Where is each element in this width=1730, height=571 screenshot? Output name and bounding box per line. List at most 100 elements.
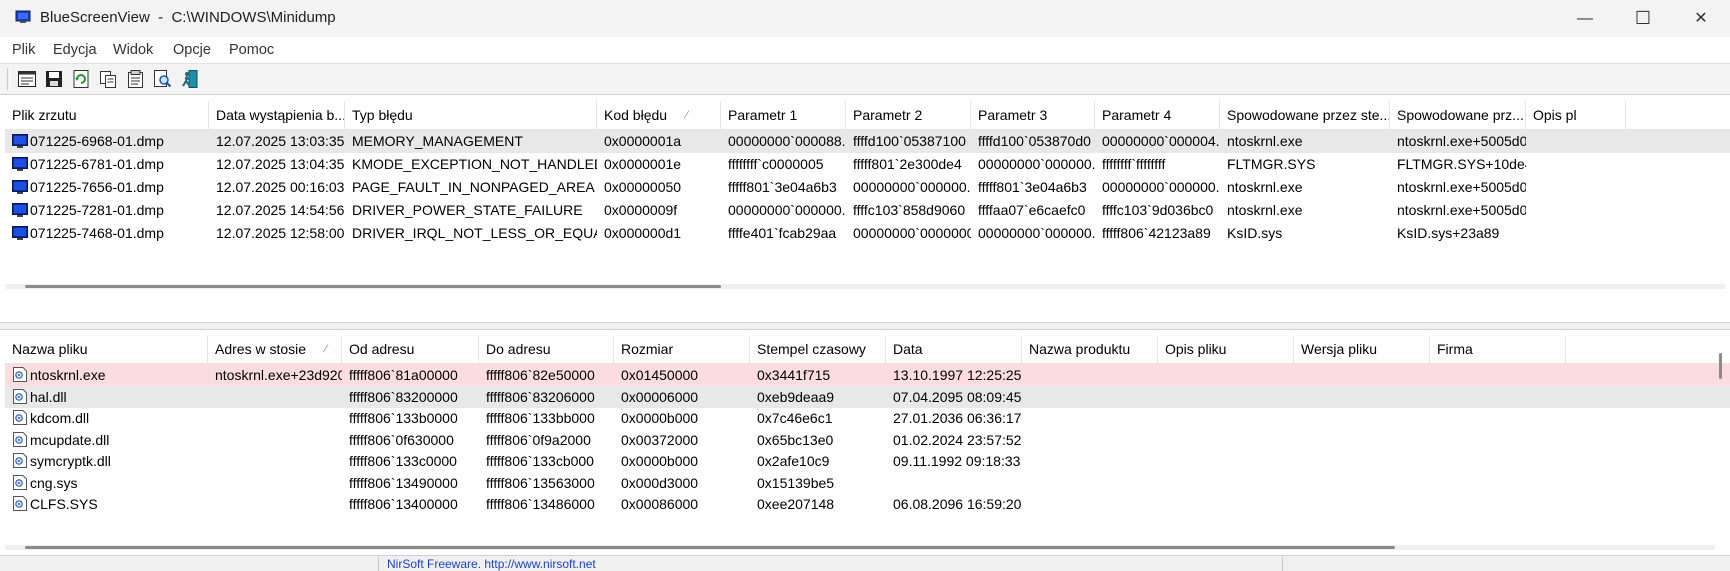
toolbar-grip bbox=[7, 68, 11, 90]
dump-hscroll-thumb[interactable] bbox=[25, 285, 721, 288]
dump-list-header: Plik zrzutu Data wystąpienia b... Typ bł… bbox=[5, 101, 1730, 130]
cell-text: cng.sys bbox=[30, 474, 78, 491]
menu-file[interactable]: Plik bbox=[12, 42, 35, 58]
col-file-version[interactable]: Wersja pliku bbox=[1294, 335, 1430, 363]
menu-options[interactable]: Opcje bbox=[173, 42, 211, 58]
col-address-in-stack[interactable]: Adres w stosie ⁄ bbox=[208, 335, 342, 363]
minimize-button[interactable]: — bbox=[1556, 0, 1614, 37]
col-file-description[interactable]: Opis pliku bbox=[1158, 335, 1294, 363]
cell-text: 0x0000001a bbox=[604, 133, 682, 149]
cell-parameter-1: 00000000`000088... bbox=[721, 130, 846, 153]
copy-icon[interactable] bbox=[98, 69, 118, 89]
col-dump-file[interactable]: Plik zrzutu bbox=[5, 101, 209, 129]
driver-hscroll[interactable] bbox=[5, 545, 1715, 550]
col-product-name[interactable]: Nazwa produktu bbox=[1022, 335, 1158, 363]
col-crash-time[interactable]: Data wystąpienia b... bbox=[209, 101, 345, 129]
title-bar: BlueScreenView - C:\WINDOWS\Minidump — ☐… bbox=[0, 0, 1730, 37]
col-filename[interactable]: Nazwa pliku bbox=[5, 335, 208, 363]
pane-splitter[interactable] bbox=[0, 322, 1730, 330]
table-row[interactable]: ntoskrnl.exe ntoskrnl.exe+23d920 fffff806`… bbox=[5, 364, 1730, 386]
col-size[interactable]: Rozmiar bbox=[614, 335, 750, 363]
cell-text: CLFS.SYS bbox=[30, 496, 98, 512]
cell-text: ffffe401`fcab29aa bbox=[728, 225, 837, 241]
col-file-description[interactable]: Opis pl bbox=[1526, 101, 1626, 129]
table-row[interactable]: 071225-7468-01.dmp 12.07.2025 12:58:00 DRI… bbox=[5, 222, 1730, 245]
cell-parameter-2: 00000000`000000... bbox=[846, 176, 971, 199]
dump-list[interactable]: Plik zrzutu Data wystąpienia b... Typ bł… bbox=[5, 101, 1730, 322]
col-from-address[interactable]: Od adresu bbox=[342, 335, 479, 363]
refresh-icon[interactable] bbox=[71, 69, 91, 89]
cell-text: 071225-6781-01.dmp bbox=[30, 156, 164, 172]
properties-icon[interactable] bbox=[125, 69, 145, 89]
find-icon[interactable] bbox=[152, 69, 172, 89]
col-date[interactable]: Data bbox=[886, 335, 1022, 363]
col-company[interactable]: Firma bbox=[1430, 335, 1566, 363]
col-parameter-2[interactable]: Parametr 2 bbox=[846, 101, 971, 129]
cell-from-address: fffff806`13400000 bbox=[342, 493, 479, 515]
crash-dump-icon bbox=[12, 157, 28, 171]
table-row[interactable]: 071225-7281-01.dmp 12.07.2025 14:54:56 DRI… bbox=[5, 199, 1730, 222]
col-bug-check-string[interactable]: Typ błędu bbox=[345, 101, 597, 129]
cell-time-stamp: 0xee207148 bbox=[750, 493, 886, 515]
cell-text: 0x00000050 bbox=[604, 179, 682, 195]
table-row[interactable]: hal.dll fffff806`83200000 fffff806`8320600… bbox=[5, 385, 1730, 408]
table-row[interactable]: mcupdate.dll fffff806`0f630000 fffff806`0f… bbox=[5, 429, 1730, 451]
cell-bug-check-string: DRIVER_IRQL_NOT_LESS_OR_EQUAL bbox=[345, 222, 597, 245]
crash-dump-icon bbox=[12, 203, 28, 217]
cell-caused-by-address: ntoskrnl.exe+5005d0 bbox=[1390, 199, 1526, 222]
col-caused-by-address[interactable]: Spowodowane prz... bbox=[1390, 101, 1526, 129]
table-row[interactable]: kdcom.dll fffff806`133b0000 fffff806`133bb… bbox=[5, 407, 1730, 429]
cell-to-address: fffff806`133bb000 bbox=[479, 407, 614, 429]
cell-text: KsID.sys+23a89 bbox=[1397, 225, 1500, 241]
menu-view[interactable]: Widok bbox=[113, 42, 153, 58]
table-row[interactable]: 071225-6781-01.dmp 12.07.2025 13:04:35 KMO… bbox=[5, 153, 1730, 176]
table-row[interactable]: 071225-6968-01.dmp 12.07.2025 13:03:35 MEM… bbox=[5, 130, 1730, 153]
nirsoft-link[interactable]: NirSoft Freeware. http://www.nirsoft.net bbox=[387, 557, 596, 571]
cell-to-address: fffff806`133cb000 bbox=[479, 450, 614, 472]
driver-hscroll-thumb[interactable] bbox=[25, 546, 1395, 549]
properties-html-icon[interactable] bbox=[17, 69, 37, 89]
col-parameter-3[interactable]: Parametr 3 bbox=[971, 101, 1095, 129]
status-divider bbox=[378, 557, 379, 571]
window-title: BlueScreenView - C:\WINDOWS\Minidump bbox=[40, 9, 336, 26]
menu-edit[interactable]: Edycja bbox=[53, 42, 97, 58]
close-button[interactable]: ✕ bbox=[1672, 0, 1730, 37]
cell-filename: cng.sys bbox=[5, 472, 208, 494]
driver-vscroll-thumb[interactable] bbox=[1719, 353, 1722, 379]
cell-parameter-3: ffffd100`053870d0 bbox=[971, 130, 1095, 153]
driver-file-icon bbox=[13, 367, 27, 382]
cell-dump-file: 071225-7468-01.dmp bbox=[5, 222, 209, 245]
exit-icon[interactable] bbox=[180, 69, 200, 89]
cell-text: ntoskrnl.exe+5005d0 bbox=[1397, 133, 1526, 149]
cell-text: 0x00372000 bbox=[621, 431, 699, 448]
table-row[interactable]: symcryptk.dll fffff806`133c0000 fffff806`1… bbox=[5, 450, 1730, 472]
table-row[interactable]: 071225-7656-01.dmp 12.07.2025 00:16:03 PAG… bbox=[5, 176, 1730, 199]
driver-list[interactable]: Nazwa pliku Adres w stosie ⁄ Od adresu D… bbox=[5, 335, 1730, 553]
cell-caused-by-driver: FLTMGR.SYS bbox=[1220, 153, 1390, 176]
menu-help[interactable]: Pomoc bbox=[229, 42, 274, 58]
save-icon[interactable] bbox=[44, 69, 64, 89]
cell-size: 0x000d3000 bbox=[614, 472, 750, 494]
col-caused-by-driver[interactable]: Spowodowane przez ste... bbox=[1220, 101, 1390, 129]
table-row[interactable]: CLFS.SYS fffff806`13400000 fffff806`134860… bbox=[5, 493, 1730, 515]
table-row[interactable]: cng.sys fffff806`13490000 fffff806`1356300… bbox=[5, 472, 1730, 494]
cell-crash-time: 12.07.2025 13:04:35 bbox=[209, 153, 345, 176]
cell-parameter-1: ffffe401`fcab29aa bbox=[721, 222, 846, 245]
dump-hscroll[interactable] bbox=[5, 284, 1725, 289]
cell-text: 00000000`000004... bbox=[1102, 133, 1220, 149]
col-parameter-1[interactable]: Parametr 1 bbox=[721, 101, 846, 129]
col-time-stamp[interactable]: Stempel czasowy bbox=[750, 335, 886, 363]
cell-address-in-stack bbox=[208, 407, 342, 429]
col-parameter-4[interactable]: Parametr 4 bbox=[1095, 101, 1220, 129]
cell-text: ffffffff`c0000005 bbox=[728, 156, 824, 172]
maximize-button[interactable]: ☐ bbox=[1614, 0, 1672, 37]
cell-caused-by-address: ntoskrnl.exe+5005d0 bbox=[1390, 176, 1526, 199]
col-to-address[interactable]: Do adresu bbox=[479, 335, 614, 363]
cell-size: 0x00372000 bbox=[614, 429, 750, 451]
cell-text: FLTMGR.SYS+10de4 bbox=[1397, 156, 1526, 172]
cell-address-in-stack bbox=[208, 472, 342, 494]
cell-caused-by-driver: ntoskrnl.exe bbox=[1220, 176, 1390, 199]
col-bug-check-code[interactable]: Kod błędu ⁄ bbox=[597, 101, 721, 129]
cell-time-stamp: 0x65bc13e0 bbox=[750, 429, 886, 451]
cell-text: ntoskrnl.exe+5005d0 bbox=[1397, 179, 1526, 195]
